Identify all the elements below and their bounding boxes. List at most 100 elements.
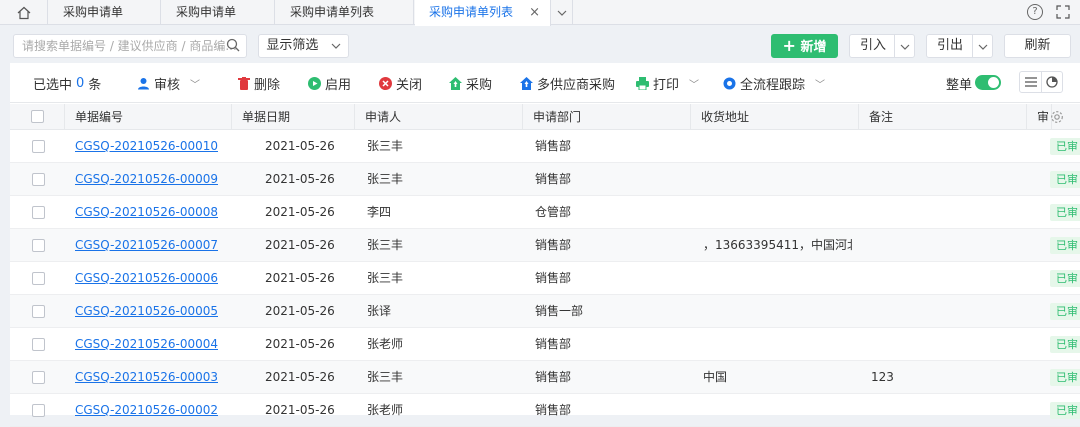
table-row[interactable]: CGSQ-20210526-00009 2021-05-26 张三丰 销售部 已…: [10, 163, 1080, 196]
full-process-tracking-action[interactable]: 全流程跟踪 ﹀: [723, 75, 826, 93]
pie-chart-icon[interactable]: [1046, 76, 1058, 88]
review-action[interactable]: 审核 ﹀: [137, 75, 200, 93]
row-checkbox[interactable]: [32, 173, 45, 186]
row-checkbox[interactable]: [32, 206, 45, 219]
help-icon[interactable]: ?: [1027, 4, 1043, 20]
col-header-date[interactable]: 单据日期: [232, 104, 355, 130]
purchase-label: 采购: [466, 77, 493, 93]
import-button[interactable]: 引入: [849, 34, 915, 58]
col-header-address[interactable]: 收货地址: [691, 104, 859, 130]
applicant: 张三丰: [367, 271, 404, 285]
settings-icon[interactable]: [1050, 110, 1064, 124]
order-code-link[interactable]: CGSQ-20210526-00003: [75, 361, 218, 394]
selection-count-value: 0: [76, 75, 85, 91]
tab-bar: 采购申请单 采购申请单 采购申请单列表 采购申请单列表 × ?: [0, 0, 1080, 26]
chevron-down-icon[interactable]: [978, 44, 988, 50]
col-header-note[interactable]: 备注: [859, 104, 1027, 130]
search-icon[interactable]: [226, 38, 240, 52]
close-action[interactable]: 关闭: [379, 75, 423, 93]
close-label: 关闭: [396, 77, 423, 93]
target-icon: [723, 77, 736, 89]
order-code-link[interactable]: CGSQ-20210526-00009: [75, 163, 218, 196]
table-row[interactable]: CGSQ-20210526-00003 2021-05-26 张三丰 销售部 中…: [10, 361, 1080, 394]
purchase-action[interactable]: 采购: [449, 75, 493, 93]
export-button[interactable]: 引出: [926, 34, 993, 58]
tab-purchase-request-1[interactable]: 采购申请单: [49, 0, 161, 25]
order-date: 2021-05-26: [265, 370, 335, 384]
tab-purchase-request-list-1[interactable]: 采购申请单列表: [276, 0, 414, 25]
status-badge: 已审: [1050, 204, 1080, 221]
table-row[interactable]: CGSQ-20210526-00005 2021-05-26 张译 销售一部 已…: [10, 295, 1080, 328]
applicant: 张译: [367, 304, 392, 318]
row-checkbox[interactable]: [32, 305, 45, 318]
row-checkbox[interactable]: [32, 371, 45, 384]
table-row[interactable]: CGSQ-20210526-00008 2021-05-26 李四 仓管部 已审: [10, 196, 1080, 229]
multi-supplier-purchase-action[interactable]: 多供应商采购: [520, 75, 615, 93]
row-checkbox[interactable]: [32, 239, 45, 252]
order-code-link[interactable]: CGSQ-20210526-00007: [75, 229, 218, 262]
col-header-code[interactable]: 单据编号: [65, 104, 232, 130]
close-circle-icon: [379, 76, 392, 90]
tab-label: 采购申请单: [176, 5, 237, 19]
plus-icon: +: [782, 36, 796, 55]
order-code-link[interactable]: CGSQ-20210526-00004: [75, 328, 218, 361]
delete-action[interactable]: 删除: [238, 75, 280, 93]
refresh-button[interactable]: 刷新: [1004, 34, 1071, 58]
applicant: 张三丰: [367, 238, 404, 252]
table-row[interactable]: CGSQ-20210526-00007 2021-05-26 张三丰 销售部 ，…: [10, 229, 1080, 262]
row-checkbox[interactable]: [32, 140, 45, 153]
department: 销售一部: [535, 304, 584, 318]
col-header-status[interactable]: 审: [1027, 104, 1052, 130]
import-label: 引入: [860, 38, 887, 53]
order-code-link[interactable]: CGSQ-20210526-00005: [75, 295, 218, 328]
search-input[interactable]: 请搜索单据编号 / 建议供应商 / 商品编...: [13, 34, 247, 58]
applicant: 张老师: [367, 403, 404, 417]
row-checkbox[interactable]: [32, 272, 45, 285]
order-date: 2021-05-26: [265, 172, 335, 186]
review-label: 审核: [154, 77, 181, 93]
action-toolbar: 已选中 0 条 审核 ﹀ 删除 启用 关闭 采购 多供应商采购 打印 ﹀ 全流程…: [10, 63, 1080, 103]
table-row[interactable]: CGSQ-20210526-00004 2021-05-26 张老师 销售部 已…: [10, 328, 1080, 361]
col-header-department[interactable]: 申请部门: [523, 104, 691, 130]
fullscreen-icon[interactable]: [1056, 5, 1070, 19]
tab-purchase-request-list-active[interactable]: 采购申请单列表 ×: [415, 0, 551, 26]
whole-order-toggle[interactable]: [975, 75, 1001, 90]
table-row[interactable]: CGSQ-20210526-00010 2021-05-26 张三丰 销售部 已…: [10, 130, 1080, 163]
department: 销售部: [535, 370, 572, 384]
row-checkbox[interactable]: [32, 338, 45, 351]
order-code-link[interactable]: CGSQ-20210526-00002: [75, 394, 218, 427]
order-code-link[interactable]: CGSQ-20210526-00010: [75, 130, 218, 163]
order-code-link[interactable]: CGSQ-20210526-00006: [75, 262, 218, 295]
chevron-down-icon: ﹀: [815, 79, 826, 91]
user-check-icon: [138, 77, 149, 89]
home-button[interactable]: [0, 0, 48, 25]
filter-toggle-button[interactable]: 显示筛选: [258, 34, 349, 58]
enable-action[interactable]: 启用: [308, 75, 351, 93]
order-date: 2021-05-26: [265, 139, 335, 153]
department: 销售部: [535, 337, 572, 351]
department: 销售部: [535, 139, 572, 153]
select-all-cell: [10, 104, 65, 130]
table-row[interactable]: CGSQ-20210526-00006 2021-05-26 张三丰 销售部 已…: [10, 262, 1080, 295]
new-button[interactable]: + 新增: [771, 34, 838, 58]
divider: [1041, 72, 1042, 92]
department: 仓管部: [535, 205, 572, 219]
tab-label: 采购申请单列表: [290, 5, 375, 19]
tab-purchase-request-2[interactable]: 采购申请单: [162, 0, 275, 25]
selection-prefix: 已选中: [33, 77, 73, 93]
col-header-applicant[interactable]: 申请人: [355, 104, 523, 130]
table-row[interactable]: CGSQ-20210526-00002 2021-05-26 张老师 销售部 已…: [10, 394, 1080, 427]
applicant: 张三丰: [367, 370, 404, 384]
select-all-checkbox[interactable]: [31, 110, 44, 123]
chevron-down-icon[interactable]: [900, 44, 910, 50]
print-action[interactable]: 打印 ﹀: [636, 75, 699, 93]
applicant: 张三丰: [367, 139, 404, 153]
order-code-link[interactable]: CGSQ-20210526-00008: [75, 196, 218, 229]
print-label: 打印: [653, 77, 680, 93]
applicant: 张老师: [367, 337, 404, 351]
list-view-icon[interactable]: [1024, 76, 1038, 88]
row-checkbox[interactable]: [32, 404, 45, 417]
tab-more-button[interactable]: [551, 0, 573, 25]
tab-close-icon[interactable]: ×: [529, 0, 540, 25]
view-switch[interactable]: [1019, 71, 1063, 93]
